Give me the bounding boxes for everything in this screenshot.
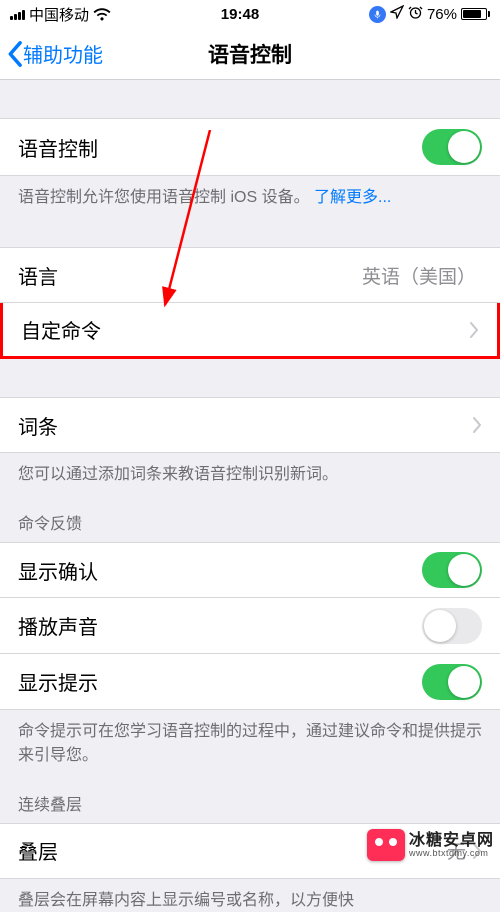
voice-control-label: 语音控制 — [18, 133, 98, 162]
show-confirmation-label: 显示确认 — [18, 556, 98, 585]
show-confirmation-row[interactable]: 显示确认 — [0, 542, 500, 598]
chevron-right-icon — [472, 416, 482, 434]
language-row[interactable]: 语言 英语（美国） — [0, 247, 500, 303]
signal-icon — [10, 8, 25, 20]
status-right: 76% — [369, 5, 490, 24]
back-button[interactable]: 辅助功能 — [6, 39, 103, 68]
overlay-footer: 叠层会在屏幕内容上显示编号或名称，以方便快 — [0, 879, 500, 912]
chevron-right-icon — [469, 321, 479, 339]
show-hints-row[interactable]: 显示提示 — [0, 654, 500, 710]
play-sound-toggle[interactable] — [422, 608, 482, 644]
nav-bar: 辅助功能 语音控制 — [0, 28, 500, 80]
custom-commands-label: 自定命令 — [21, 315, 101, 344]
feedback-footer: 命令提示可在您学习语音控制的过程中，通过建议命令和提供提示来引导您。 — [0, 710, 500, 766]
carrier-label: 中国移动 — [29, 4, 89, 25]
status-left: 中国移动 — [10, 4, 111, 25]
watermark: 冰糖安卓网 www.btxtdmy.com — [367, 829, 494, 861]
status-bar: 中国移动 19:48 76% — [0, 0, 500, 28]
custom-commands-row[interactable]: 自定命令 — [0, 303, 500, 359]
show-hints-toggle[interactable] — [422, 664, 482, 700]
alarm-icon — [408, 5, 423, 24]
battery-icon — [461, 8, 490, 20]
learn-more-link[interactable]: 了解更多... — [314, 189, 391, 206]
vocabulary-label: 词条 — [18, 411, 58, 440]
wifi-icon — [93, 8, 111, 21]
play-sound-label: 播放声音 — [18, 611, 98, 640]
play-sound-row[interactable]: 播放声音 — [0, 598, 500, 654]
watermark-logo-icon — [367, 829, 405, 861]
voice-control-toggle[interactable] — [422, 129, 482, 165]
show-hints-label: 显示提示 — [18, 667, 98, 696]
vocabulary-row[interactable]: 词条 — [0, 397, 500, 453]
vocabulary-footer: 您可以通过添加词条来教语音控制识别新词。 — [0, 453, 500, 486]
back-label: 辅助功能 — [23, 39, 103, 68]
location-arrow-icon — [390, 5, 404, 23]
feedback-header: 命令反馈 — [0, 486, 500, 542]
voice-control-row[interactable]: 语音控制 — [0, 118, 500, 176]
watermark-cn: 冰糖安卓网 — [409, 833, 494, 849]
overlay-header: 连续叠层 — [0, 767, 500, 823]
language-value: 英语（美国） — [362, 262, 476, 289]
voice-control-footer: 语音控制允许您使用语音控制 iOS 设备。 了解更多... — [0, 176, 500, 209]
battery-pct: 76% — [427, 6, 457, 23]
show-confirmation-toggle[interactable] — [422, 552, 482, 588]
language-label: 语言 — [18, 261, 58, 290]
status-time: 19:48 — [111, 6, 369, 23]
overlay-label: 叠层 — [18, 836, 58, 865]
watermark-en: www.btxtdmy.com — [409, 849, 494, 858]
voice-control-status-icon — [369, 6, 386, 23]
